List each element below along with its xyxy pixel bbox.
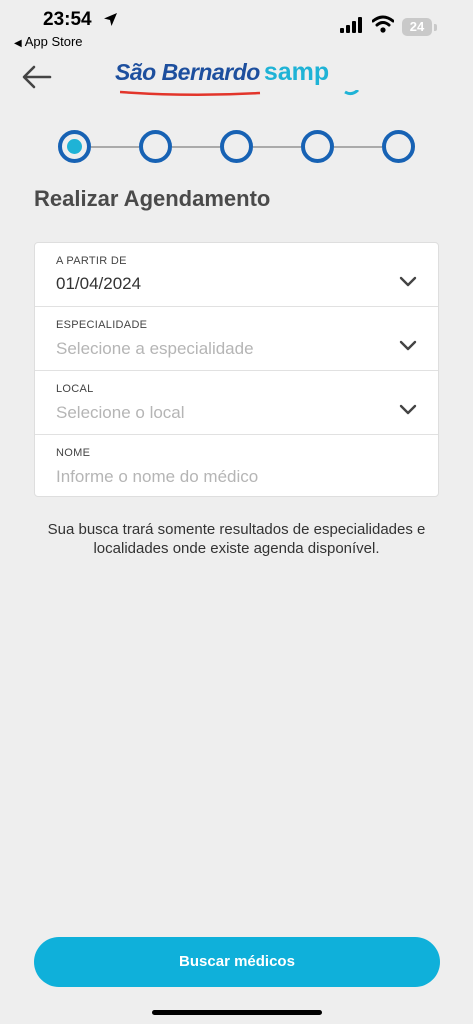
cellular-signal-icon [340,17,362,33]
status-bar: 23:54 ◀ App Store 24 [0,0,473,52]
battery-level: 24 [409,19,425,34]
step-1 [58,130,91,163]
location-label: LOCAL [56,383,94,395]
back-to-app-link[interactable]: ◀ App Store [14,34,83,49]
step-connector [253,146,301,148]
chevron-down-icon [399,340,417,351]
step-connector [334,146,382,148]
specialty-label: ESPECIALIDADE [56,319,148,331]
battery-tip [434,24,437,31]
logo-swoosh-icon [120,90,360,97]
step-connector [172,146,220,148]
doctor-name-label: NOME [56,447,91,459]
step-4 [301,130,334,163]
chevron-down-icon [399,276,417,287]
date-label: A PARTIR DE [56,255,127,267]
location-placeholder: Selecione o local [56,403,185,422]
step-3 [220,130,253,163]
step-2 [139,130,172,163]
back-arrow-icon[interactable] [20,60,54,94]
logo-accent: samp [263,58,330,86]
doctor-name-input[interactable]: Informe o nome do médico [56,467,258,487]
brand-logo: São Bernardo samp [115,58,360,98]
progress-stepper [58,130,415,164]
search-doctors-button[interactable]: Buscar médicos [34,937,440,987]
home-indicator[interactable] [152,1010,322,1015]
date-value: 01/04/2024 [56,274,142,293]
back-app-label: App Store [24,34,83,49]
wifi-icon [372,15,394,33]
specialty-select[interactable]: ESPECIALIDADE Selecione a especialidade [35,306,438,369]
back-triangle-icon: ◀ [14,38,22,49]
location-arrow-icon [104,13,117,26]
specialty-placeholder: Selecione a especialidade [56,339,254,358]
page-title: Realizar Agendamento [34,186,271,211]
search-info-text: Sua busca trará somente resultados de es… [47,521,426,557]
step-5 [382,130,415,163]
logo-text: São Bernardo [115,59,260,85]
date-select[interactable]: A PARTIR DE 01/04/2024 [35,243,438,306]
chevron-down-icon [399,404,417,415]
battery-icon: 24 [402,18,432,36]
search-form: A PARTIR DE 01/04/2024 ESPECIALIDADE Sel… [34,242,439,497]
doctor-name-field[interactable]: NOME Informe o nome do médico [35,434,438,497]
status-time: 23:54 [43,9,92,30]
step-connector [91,146,139,148]
location-select[interactable]: LOCAL Selecione o local [35,370,438,433]
